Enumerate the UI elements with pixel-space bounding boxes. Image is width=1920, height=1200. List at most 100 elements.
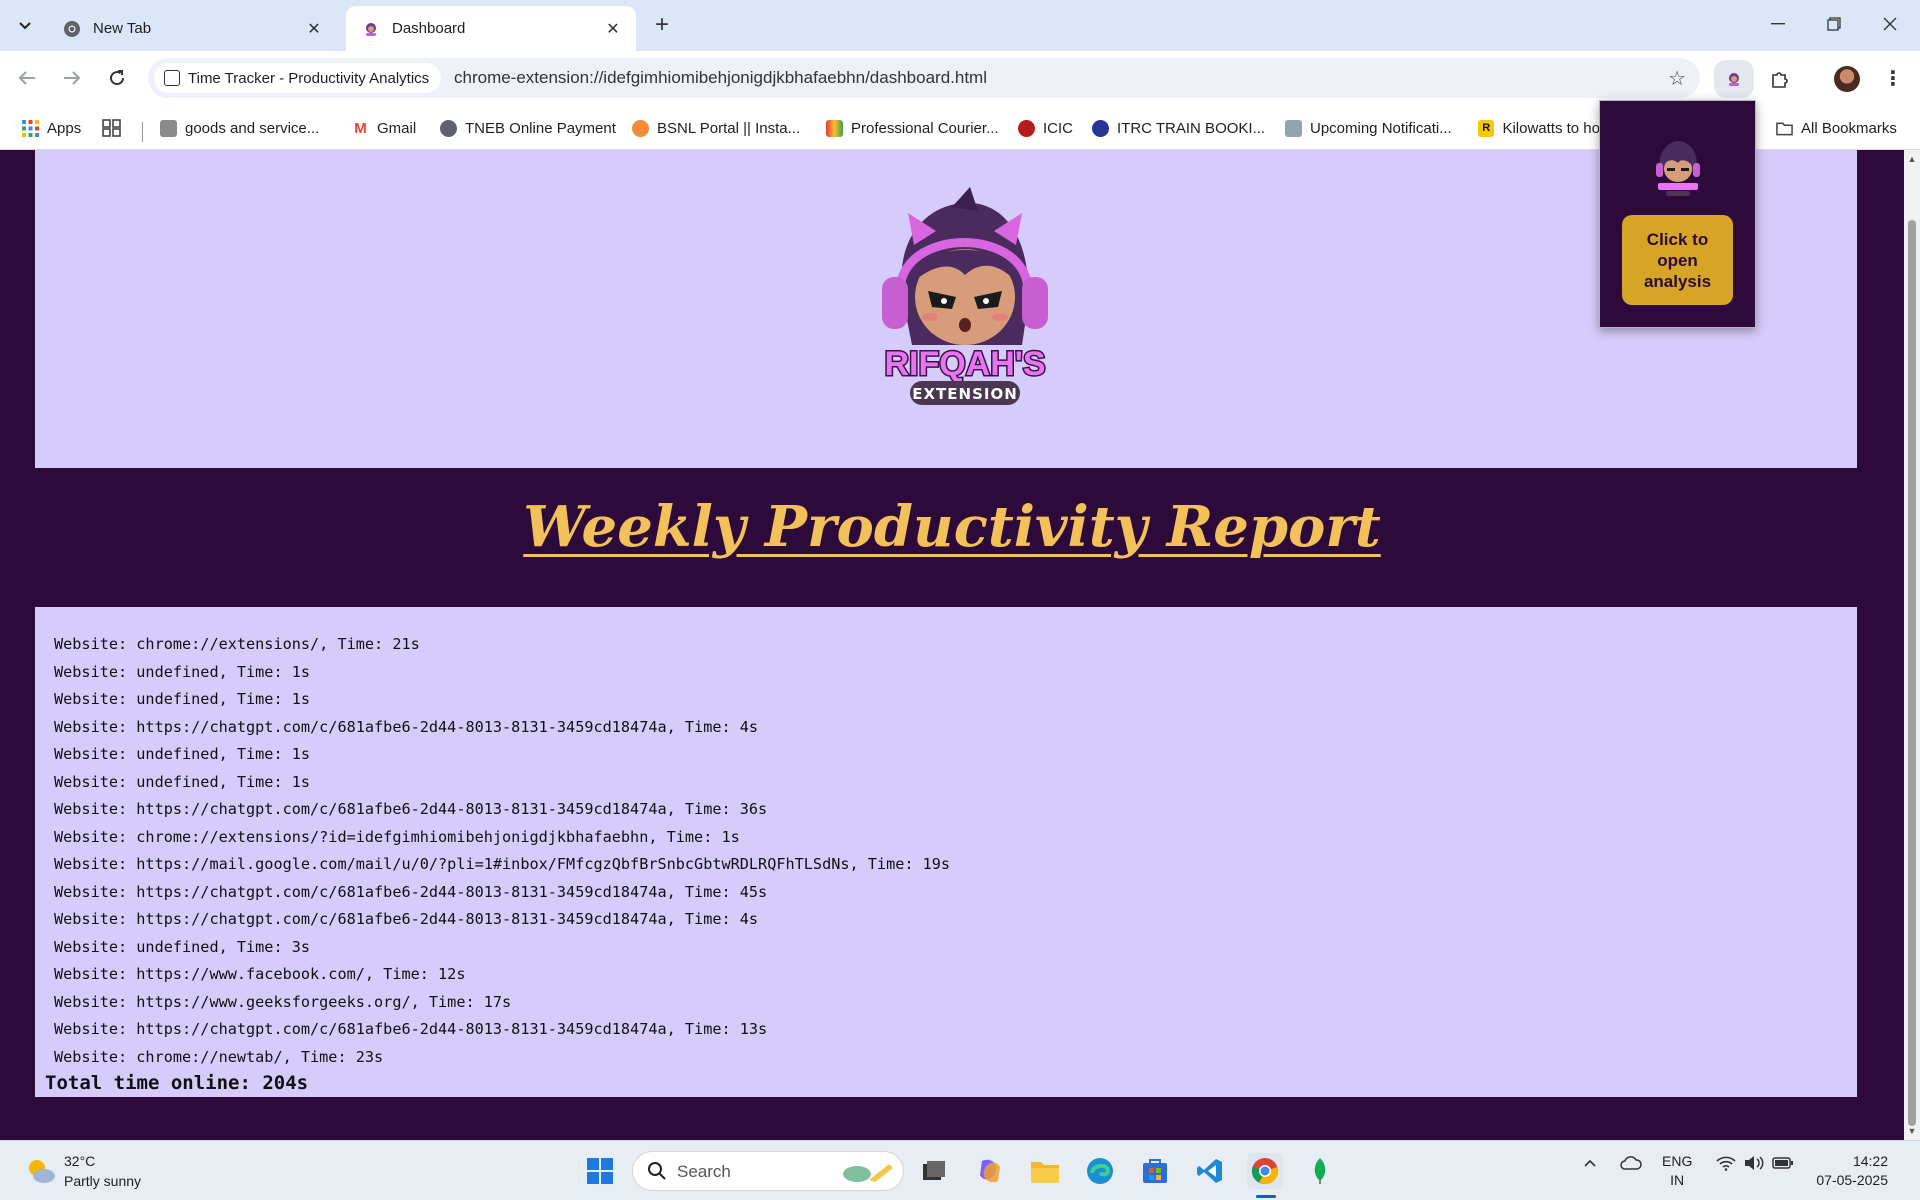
taskbar-search-box[interactable]: Search — [632, 1151, 904, 1191]
extension-favicon — [362, 20, 380, 38]
log-entry: Website: undefined, Time: 1s — [54, 662, 311, 681]
bookmark-kilowatts[interactable]: R Kilowatts to ho — [1478, 116, 1600, 140]
browser-toolbar: Time Tracker - Productivity Analytics ch… — [0, 51, 1920, 106]
new-tab-button[interactable]: + — [647, 10, 677, 40]
language-indicator[interactable]: ENG IN — [1662, 1152, 1692, 1190]
microsoft-store-icon[interactable] — [1137, 1153, 1173, 1189]
partly-sunny-icon[interactable] — [26, 1157, 56, 1185]
forward-icon[interactable] — [55, 61, 89, 95]
header-banner: RIFQAH'S EXTENSION — [35, 150, 1857, 468]
bookmark-label: Upcoming Notificati... — [1310, 119, 1452, 137]
log-entry: Website: https://chatgpt.com/c/681afbe6-… — [54, 1020, 768, 1038]
scroll-up-arrow-icon[interactable]: ▲ — [1907, 154, 1917, 164]
bookmark-courier[interactable]: Professional Courier... — [826, 116, 999, 140]
tab-new-tab[interactable]: New Tab ✕ — [47, 6, 337, 51]
bookmark-label: BSNL Portal || Insta... — [657, 119, 801, 137]
bookmark-bsnl[interactable]: BSNL Portal || Insta... — [632, 116, 800, 140]
copilot-icon[interactable] — [972, 1153, 1008, 1189]
bsnl-icon — [632, 119, 649, 137]
active-app-indicator — [1256, 1195, 1276, 1198]
gmail-icon: M — [354, 119, 367, 137]
search-highlight-art-icon — [843, 1164, 893, 1182]
browser-menu-icon[interactable]: ⋮ — [1880, 63, 1906, 93]
log-entry: Website: https://chatgpt.com/c/681afbe6-… — [54, 800, 768, 818]
tab-dashboard[interactable]: Dashboard ✕ — [346, 6, 636, 51]
scrollbar-thumb[interactable] — [1908, 220, 1916, 1126]
volume-icon[interactable] — [1744, 1155, 1764, 1174]
edge-icon[interactable] — [1082, 1153, 1118, 1189]
search-icon — [648, 1162, 666, 1180]
windows-start-icon[interactable] — [582, 1153, 618, 1189]
back-icon[interactable] — [10, 61, 44, 95]
log-entry: Website: chrome://newtab/, Time: 23s — [54, 1047, 384, 1066]
vscode-icon[interactable] — [1192, 1153, 1228, 1189]
tab-strip: New Tab ✕ Dashboard ✕ + — [0, 0, 1920, 51]
log-entry: Website: undefined, Time: 1s — [54, 745, 311, 763]
clock-date: 07-05-2025 — [1816, 1172, 1888, 1188]
address-bar[interactable]: Time Tracker - Productivity Analytics ch… — [148, 58, 1700, 98]
extensions-puzzle-icon[interactable] — [1763, 63, 1797, 95]
minimize-icon[interactable] — [1750, 0, 1806, 48]
chrome-taskbar-icon[interactable] — [1247, 1153, 1283, 1189]
rifqah-logo: RIFQAH'S EXTENSION — [882, 187, 1048, 405]
language-code: ENG — [1662, 1153, 1693, 1169]
extension-popup: Click to open analysis — [1599, 100, 1756, 328]
site-chip-label: Time Tracker - Productivity Analytics — [188, 69, 430, 87]
log-entry: Website: https://chatgpt.com/c/681afbe6-… — [54, 910, 759, 928]
wifi-icon[interactable] — [1716, 1155, 1736, 1174]
mongodb-icon[interactable] — [1302, 1153, 1338, 1189]
bookmark-star-icon[interactable]: ☆ — [1668, 66, 1686, 91]
profile-avatar[interactable] — [1834, 66, 1860, 92]
search-placeholder: Search — [677, 1162, 731, 1181]
folder-icon — [1776, 120, 1793, 137]
tab-search-chevron-icon[interactable] — [9, 10, 41, 42]
page-scrollbar[interactable]: ▲ ▼ — [1904, 150, 1920, 1140]
scroll-down-arrow-icon[interactable]: ▼ — [1907, 1126, 1917, 1136]
bookmark-gmail[interactable]: M Gmail — [352, 116, 416, 140]
bookmark-goods-and-service[interactable]: goods and service... — [160, 116, 319, 140]
bookmark-label: ICIC — [1043, 119, 1073, 137]
close-window-icon[interactable] — [1862, 0, 1918, 48]
bookmark-itrc[interactable]: ITRC TRAIN BOOKI... — [1092, 116, 1265, 140]
bookmark-apps[interactable]: Apps — [22, 116, 81, 140]
clock-time: 14:22 — [1852, 1153, 1888, 1169]
log-entry: Website: https://mail.google.com/mail/u/… — [54, 855, 951, 873]
bookmark-label: Apps — [47, 119, 82, 137]
bookmark-label: Professional Courier... — [851, 119, 999, 137]
log-entry: Website: undefined, Time: 1s — [54, 690, 311, 708]
battery-icon[interactable] — [1772, 1155, 1794, 1174]
notification-icon — [1285, 119, 1302, 137]
region-code: IN — [1670, 1172, 1685, 1188]
open-analysis-button[interactable]: Click to open analysis — [1622, 215, 1733, 305]
file-explorer-icon[interactable] — [1027, 1153, 1063, 1189]
bookmark-icic[interactable]: ICIC — [1018, 116, 1073, 140]
all-bookmarks[interactable]: All Bookmarks — [1776, 116, 1897, 140]
log-entry: Website: undefined, Time: 1s — [54, 772, 311, 791]
bookmark-label: Gmail — [377, 119, 417, 137]
weather-temperature[interactable]: 32°C — [64, 1153, 95, 1169]
onedrive-cloud-icon[interactable] — [1620, 1155, 1642, 1174]
bookmark-upcoming[interactable]: Upcoming Notificati... — [1285, 116, 1452, 140]
extension-page-icon — [164, 70, 180, 86]
bookmark-tneb[interactable]: TNEB Online Payment — [440, 116, 616, 140]
rifqah-extension-icon[interactable] — [1714, 60, 1754, 98]
bookmark-label: ITRC TRAIN BOOKI... — [1117, 119, 1266, 137]
tab-title: New Tab — [93, 20, 152, 37]
logo-subtitle: EXTENSION — [912, 385, 1018, 403]
close-tab-icon[interactable]: ✕ — [303, 18, 325, 40]
courier-icon — [826, 119, 843, 137]
total-time-online: Total time online: 204s — [45, 1072, 309, 1094]
log-entry: Website: https://chatgpt.com/c/681afbe6-… — [54, 717, 759, 736]
close-tab-icon[interactable]: ✕ — [602, 18, 624, 40]
show-hidden-icons-chevron-icon[interactable] — [1582, 1155, 1598, 1174]
page-title: Weekly Productivity Report — [523, 494, 1381, 560]
restore-icon[interactable] — [1806, 0, 1862, 48]
tab-groups-icon[interactable] — [102, 116, 122, 140]
weather-description[interactable]: Partly sunny — [64, 1173, 141, 1189]
reload-icon[interactable] — [100, 61, 134, 95]
site-info-chip[interactable]: Time Tracker - Productivity Analytics — [154, 63, 442, 93]
system-clock[interactable]: 14:22 07-05-2025 — [1808, 1152, 1888, 1190]
url-text[interactable]: chrome-extension://idefgimhiomibehjonigd… — [454, 68, 987, 88]
windows-taskbar: 32°C Partly sunny Search ENG IN 14:22 07… — [0, 1140, 1920, 1200]
task-view-icon[interactable] — [916, 1153, 952, 1189]
